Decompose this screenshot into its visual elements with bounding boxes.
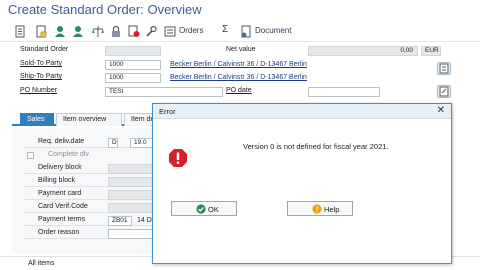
close-icon[interactable]: ✕ xyxy=(437,105,445,116)
standard-order-label: Standard Order xyxy=(20,46,69,53)
attachment-button[interactable] xyxy=(437,85,451,98)
header-details-button[interactable] xyxy=(437,62,451,75)
field-row: Complete dlv. xyxy=(24,149,164,161)
tab-item-detail[interactable]: Item de xyxy=(124,113,154,126)
scale-icon[interactable] xyxy=(92,25,104,38)
tool-icon[interactable] xyxy=(145,25,157,38)
dialog-title-bar: Error ✕ xyxy=(153,104,451,119)
order-reason-field[interactable] xyxy=(108,229,156,239)
sold-to-label: Sold-To Party xyxy=(20,60,63,67)
ok-label: OK xyxy=(208,205,219,214)
sold-to-address[interactable]: Becker Berlin / Calvinstr 36 / D-13467 B… xyxy=(170,61,307,68)
card-verif-label: Card Verif.Code xyxy=(38,203,88,210)
delivery-block-field[interactable] xyxy=(108,164,156,174)
svg-text:?: ? xyxy=(315,206,319,214)
help-icon: ? xyxy=(312,204,322,214)
po-number-field[interactable]: TESt xyxy=(105,87,223,97)
complete-dlv-label: Complete dlv. xyxy=(48,151,91,158)
order-header: Standard Order Net value 0,00 EUR Sold-T… xyxy=(0,43,480,109)
error-icon xyxy=(169,149,187,167)
person-icon[interactable] xyxy=(72,25,84,38)
po-number-label: PO Number xyxy=(20,87,57,94)
error-dialog: Error ✕ Version 0 is not defined for fis… xyxy=(152,103,452,264)
ok-button[interactable]: OK xyxy=(171,201,237,216)
orders-button[interactable]: Orders xyxy=(179,26,203,35)
req-deliv-date-label: Req. deliv.date xyxy=(38,138,85,145)
payment-card-field[interactable] xyxy=(108,190,156,200)
lock-icon[interactable] xyxy=(110,25,122,38)
ship-to-field[interactable]: 1000 xyxy=(105,73,161,83)
attachment-icon xyxy=(439,86,449,97)
help-label: Help xyxy=(324,205,340,214)
document-block-icon[interactable] xyxy=(128,25,140,38)
net-value-label: Net value xyxy=(226,46,256,53)
check-icon xyxy=(196,204,206,214)
dialog-title: Error xyxy=(159,107,176,116)
window-title: Create Standard Order: Overview xyxy=(8,2,202,17)
person-icon[interactable] xyxy=(54,25,66,38)
card-verif-field[interactable] xyxy=(108,203,156,213)
order-reason-label: Order reason xyxy=(38,229,80,236)
payment-card-label: Payment card xyxy=(38,190,82,197)
currency-field: EUR xyxy=(421,46,441,56)
header-details-icon xyxy=(439,63,449,74)
net-value-field: 0,00 xyxy=(308,46,418,56)
tab-sales[interactable]: Sales xyxy=(20,113,54,126)
sold-to-field[interactable]: 1000 xyxy=(105,60,161,70)
po-date-field[interactable] xyxy=(308,87,380,97)
ship-to-label: Ship-To Party xyxy=(20,73,63,80)
error-message: Version 0 is not defined for fiscal year… xyxy=(243,142,389,151)
ship-to-address[interactable]: Becker Berlin / Calvinstr 36 / D-13467 B… xyxy=(170,74,307,81)
orders-icon[interactable] xyxy=(164,25,176,38)
title-bar: Create Standard Order: Overview xyxy=(0,0,480,20)
po-date-label: PO date xyxy=(226,87,252,94)
application-toolbar: Orders Σ Document xyxy=(0,21,480,42)
tab-item-overview[interactable]: Item overview xyxy=(56,113,122,126)
sigma-icon[interactable]: Σ xyxy=(222,24,228,35)
req-deliv-date-unit[interactable]: D xyxy=(108,138,118,148)
document-button[interactable]: Document xyxy=(255,26,291,35)
billing-block-field[interactable] xyxy=(108,177,156,187)
all-items-label[interactable]: All items xyxy=(28,260,54,267)
delivery-block-label: Delivery block xyxy=(38,164,82,171)
payment-terms-label: Payment terms xyxy=(38,216,86,223)
payment-terms-text: 14 D xyxy=(137,217,152,224)
payment-terms-field[interactable]: ZB01 xyxy=(108,216,132,226)
standard-order-field[interactable] xyxy=(105,46,161,56)
document-icon[interactable] xyxy=(240,25,252,38)
display-doc-icon[interactable] xyxy=(14,25,26,38)
complete-dlv-checkbox[interactable] xyxy=(27,152,34,159)
create-doc-icon[interactable] xyxy=(35,25,47,38)
help-button[interactable]: ? Help xyxy=(287,201,353,216)
billing-block-label: Billing block xyxy=(38,177,75,184)
